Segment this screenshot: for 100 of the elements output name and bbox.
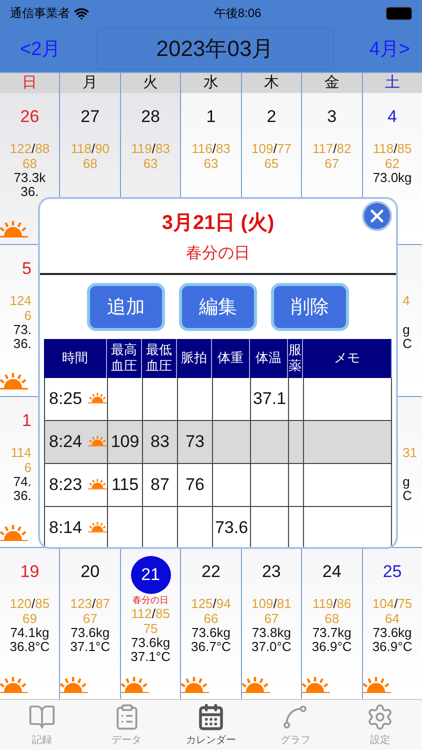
blood-pressure: 119/83 — [131, 141, 170, 156]
weight: 73.3k — [14, 171, 46, 185]
pulse: 6 — [24, 460, 32, 474]
date-number: 5 — [22, 258, 32, 280]
table-cell: 37.1 — [252, 388, 286, 408]
temperature: 36.9°C — [372, 640, 412, 654]
table-cell: 115 — [111, 474, 139, 494]
record-row[interactable]: 8:14 73.6 — [44, 506, 392, 547]
date-number: 22 — [202, 561, 220, 584]
blood-pressure: 124 — [10, 292, 32, 308]
blood-pressure: 114 — [10, 444, 32, 460]
temperature: 36. — [20, 185, 39, 199]
blood-pressure: 119/86 — [312, 596, 352, 612]
temperature: 37.1°C — [70, 640, 110, 654]
time-cell: 8:24 — [49, 432, 82, 452]
temperature: 36.7°C — [191, 640, 231, 654]
record-row[interactable]: 8:24 109 83 73 — [44, 420, 392, 464]
blood-pressure: 117/82 — [312, 141, 352, 156]
time-cell: 8:14 — [49, 518, 82, 538]
pulse: 69 — [22, 611, 37, 626]
blood-pressure: 116/83 — [192, 141, 230, 156]
weight: 73. — [13, 322, 32, 337]
blood-pressure: 104/75 — [372, 596, 412, 612]
blood-pressure: 118/90 — [70, 141, 110, 156]
weekday-label: 火 — [120, 73, 180, 93]
calendar-day[interactable]: 19 120/85 69 74.1kg 36.8°C — [0, 548, 60, 699]
pulse: 75 — [143, 621, 158, 636]
date-number: 25 — [382, 561, 402, 584]
weekday-label: 木 — [242, 73, 302, 93]
calendar-day[interactable]: 24 119/86 68 73.7kg 36.9°C — [302, 548, 362, 699]
close-button[interactable] — [362, 201, 392, 231]
date-number: 23 — [262, 561, 281, 584]
pulse: 63 — [204, 156, 218, 171]
pulse: 66 — [204, 611, 218, 626]
action-button[interactable]: 削除 — [271, 282, 349, 330]
weight: 73.6kg — [70, 626, 110, 640]
month-title: 2023年03月 — [96, 28, 334, 70]
blood-pressure: 4 — [402, 292, 410, 308]
table-cell: 76 — [186, 474, 204, 494]
action-button[interactable]: 追加 — [87, 282, 165, 330]
blood-pressure: 109/77 — [252, 141, 292, 156]
calendar-day[interactable]: 25 104/75 64 73.6kg 36.9°C — [362, 548, 422, 699]
pulse: 62 — [385, 156, 400, 171]
temperature: 36. — [13, 488, 32, 502]
date-number: 24 — [322, 561, 342, 584]
table-cell: 73 — [186, 432, 204, 452]
weight: g — [402, 474, 410, 488]
calendar-day[interactable]: 23 109/81 67 73.8kg 37.0°C — [242, 548, 302, 699]
pulse: 64 — [385, 611, 400, 626]
weekday-label: 水 — [181, 73, 241, 93]
date-number: 1 — [22, 410, 32, 432]
date-number: 19 — [20, 561, 40, 584]
record-row[interactable]: 8:25 37.1 — [44, 378, 392, 420]
weight: 74.1kg — [10, 626, 50, 640]
weight: g — [402, 322, 410, 337]
pulse: 67 — [324, 156, 340, 171]
table-cell: 73.6 — [214, 518, 248, 538]
pulse: 68 — [324, 611, 340, 626]
carrier-name: 通信事業者 — [10, 4, 70, 22]
temperature: 36.8°C — [10, 640, 50, 654]
pulse: 6 — [24, 308, 32, 323]
date-number: 28 — [141, 106, 160, 128]
pulse: 63 — [143, 156, 158, 171]
record-row[interactable]: 8:23 115 87 76 — [44, 464, 392, 506]
temperature: 36.9°C — [312, 640, 352, 654]
tab-bar-item[interactable]: カレンダー — [168, 700, 254, 750]
blood-pressure: 118/85 — [372, 141, 412, 156]
calendar-icon — [197, 703, 226, 731]
date-number: 20 — [80, 561, 100, 584]
calendar-day[interactable]: 22 125/94 66 73.6kg 36.7°C — [181, 548, 241, 699]
weekday-label: 月 — [60, 73, 120, 93]
pulse: 67 — [264, 611, 279, 626]
weight: 74. — [13, 474, 32, 488]
calendar-day[interactable]: 21 春分の日 112/85 75 73.6kg 37.1°C — [120, 548, 180, 699]
time-cell: 8:25 — [49, 388, 82, 408]
date-number: 2 — [266, 106, 276, 128]
selected-date: 21 — [130, 556, 171, 594]
weight: 73.6kg — [131, 636, 170, 650]
date-number: 26 — [20, 106, 40, 128]
weekday-label: 土 — [362, 73, 422, 93]
weight: 73.6kg — [191, 626, 231, 640]
temperature: 36. — [13, 336, 32, 351]
blood-pressure: 112/85 — [131, 606, 170, 622]
date-number: 3 — [327, 106, 337, 128]
weight: 73.6kg — [372, 626, 412, 640]
weekday-label: 日 — [0, 73, 60, 93]
action-button[interactable]: 編集 — [179, 282, 257, 330]
temperature: C — [402, 336, 412, 351]
pulse: 67 — [82, 611, 98, 626]
table-cell: 83 — [150, 432, 170, 452]
temperature: C — [402, 488, 412, 502]
book-icon — [28, 703, 56, 731]
calendar-day[interactable]: 20 123/87 67 73.6kg 37.1°C — [60, 548, 120, 699]
weight: 73.0kg — [372, 171, 412, 185]
blood-pressure: 31 — [402, 444, 418, 460]
blood-pressure: 122/88 — [10, 141, 50, 156]
blood-pressure: 123/87 — [70, 596, 110, 612]
calendar-day[interactable]: 26 122/88 68 73.3k 36. — [0, 93, 60, 244]
holiday-label: 春分の日 — [132, 594, 169, 606]
date-number: 4 — [388, 106, 397, 128]
